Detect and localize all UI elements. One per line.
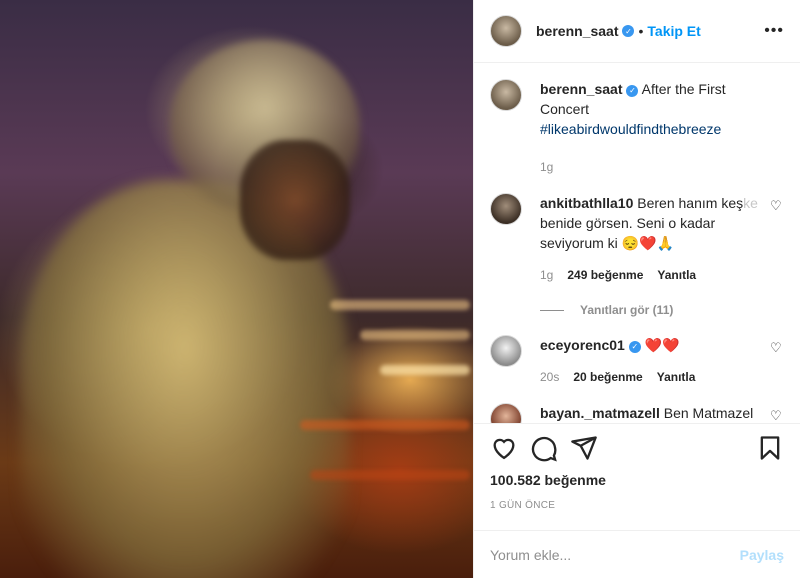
comment-body-faded: ke [743, 195, 758, 211]
separator-dot: • [638, 23, 644, 39]
photo-light-streak [380, 365, 470, 375]
likes-count[interactable]: 100.582 beğenme [490, 472, 784, 488]
post-sidebar: berenn_saat ✓ • Takip Et ••• berenn_saat… [473, 0, 800, 578]
commenter-avatar[interactable] [490, 403, 522, 423]
follow-button[interactable]: Takip Et [647, 23, 700, 39]
author-username[interactable]: berenn_saat [536, 23, 618, 39]
caption: berenn_saat ✓ After the First Concert #li… [490, 79, 784, 185]
post-photo[interactable] [0, 0, 473, 578]
bookmark-icon[interactable] [756, 434, 784, 462]
post-header: berenn_saat ✓ • Takip Et ••• [474, 0, 800, 63]
photo-light-streak [360, 330, 470, 340]
post-actions: 100.582 beğenme 1 GÜN ÖNCE [474, 423, 800, 530]
replies-divider [540, 309, 564, 311]
photo-light-streak [330, 300, 470, 310]
verified-badge-icon: ✓ [626, 85, 639, 97]
comment-meta: 1g 249 beğenme Yanıtla [540, 265, 760, 285]
share-icon[interactable] [570, 434, 598, 462]
like-comment-heart-icon[interactable]: ♡ [770, 199, 784, 213]
comment-time[interactable]: 20s [540, 367, 559, 387]
comment-text: eceyorenc01 ✓ ❤️❤️ 20s 20 beğenme Yanıtla [540, 335, 719, 395]
photo-figure-face [240, 140, 350, 260]
view-replies-label: Yanıtları gör (11) [580, 303, 674, 317]
author-avatar[interactable] [490, 79, 522, 111]
caption-text: berenn_saat ✓ After the First Concert #li… [540, 79, 784, 185]
like-comment-heart-icon[interactable]: ♡ [770, 409, 784, 423]
add-comment-bar: Paylaş [474, 530, 800, 578]
photo-light-streak [300, 420, 470, 430]
commenter-username[interactable]: eceyorenc01 [540, 337, 625, 353]
comment-time[interactable]: 1g [540, 265, 553, 285]
more-options-icon[interactable]: ••• [764, 22, 784, 40]
commenter-avatar[interactable] [490, 335, 522, 367]
like-comment-heart-icon[interactable]: ♡ [770, 341, 784, 355]
reply-button[interactable]: Yanıtla [657, 265, 696, 285]
author-avatar[interactable] [490, 15, 522, 47]
heart-icon[interactable] [490, 434, 518, 462]
comment-body: Beren hanım keş [637, 195, 744, 211]
comment-text: bayan._matmazell Ben Matmazel merhaba Bi… [540, 403, 784, 423]
post-time[interactable]: 1 GÜN ÖNCE [490, 500, 784, 511]
post-comment-button[interactable]: Paylaş [740, 547, 784, 563]
comments-list[interactable]: berenn_saat ✓ After the First Concert #li… [474, 63, 800, 423]
caption-hashtag[interactable]: #likeabirdwouldfindthebreeze [540, 121, 721, 137]
commenter-username[interactable]: ankitbathlla10 [540, 195, 633, 211]
verified-badge-icon: ✓ [628, 341, 641, 353]
caption-username[interactable]: berenn_saat [540, 81, 622, 97]
caption-time[interactable]: 1g [540, 157, 553, 177]
comment-item: bayan._matmazell Ben Matmazel merhaba Bi… [490, 403, 784, 423]
comment-input[interactable] [490, 546, 740, 563]
comment-text: ankitbathlla10 Beren hanım keşke benide … [540, 193, 784, 293]
comment-body-rest: benide görsen. Seni o kadar seviyorum ki… [540, 215, 716, 251]
verified-badge-icon: ✓ [622, 25, 635, 37]
view-replies-button[interactable]: Yanıtları gör (11) [540, 303, 784, 317]
commenter-avatar[interactable] [490, 193, 522, 225]
commenter-username[interactable]: bayan._matmazell [540, 405, 660, 421]
comment-likes[interactable]: 20 beğenme [573, 367, 642, 387]
caption-meta: 1g [540, 157, 760, 177]
comment-item: eceyorenc01 ✓ ❤️❤️ 20s 20 beğenme Yanıtla… [490, 335, 784, 395]
comment-icon[interactable] [530, 434, 558, 462]
comment-meta: 20s 20 beğenme Yanıtla [540, 367, 695, 387]
action-icons [490, 434, 784, 462]
photo-light-streak [310, 470, 470, 480]
reply-button[interactable]: Yanıtla [657, 367, 696, 387]
comment-body: ❤️❤️ [644, 337, 680, 353]
comment-likes[interactable]: 249 beğenme [567, 265, 643, 285]
comment-item: ankitbathlla10 Beren hanım keşke benide … [490, 193, 784, 293]
